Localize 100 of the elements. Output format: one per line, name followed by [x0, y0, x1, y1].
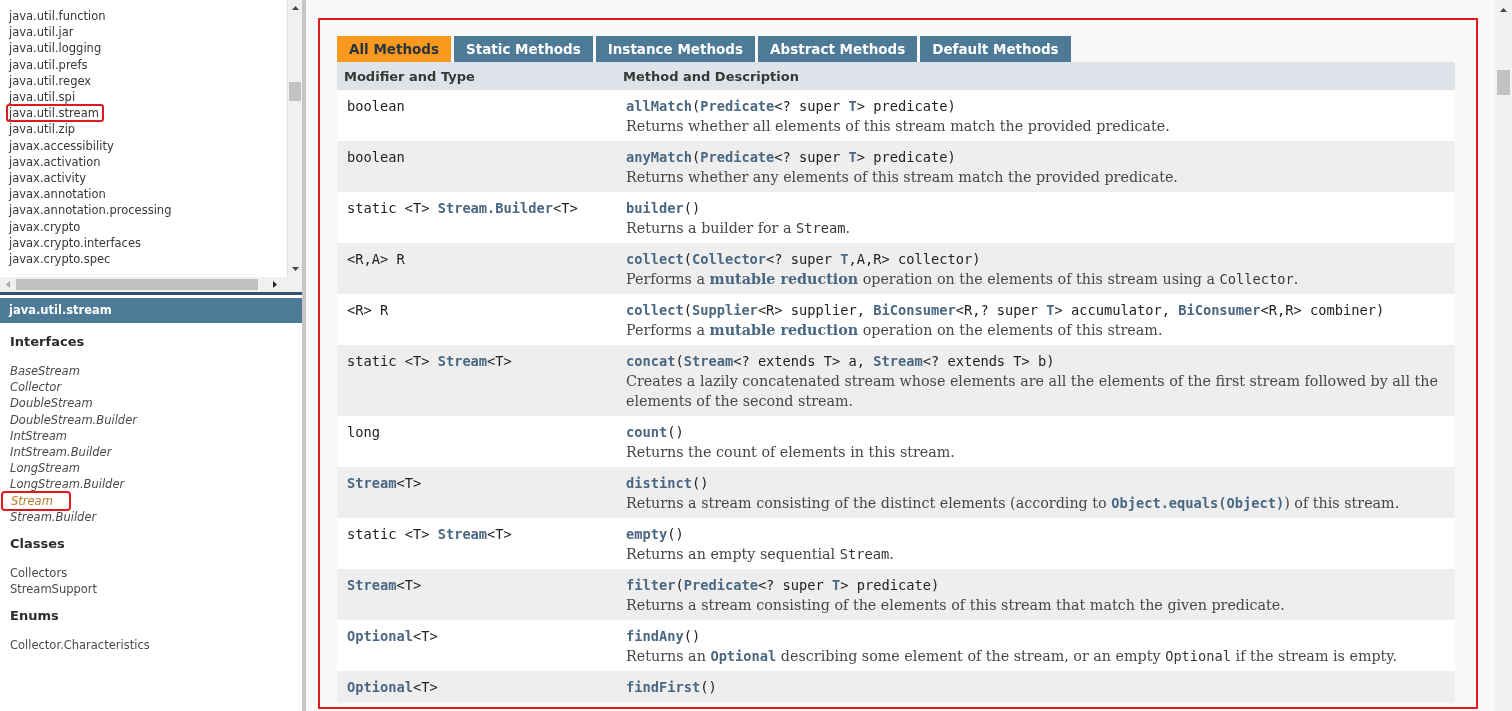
method-link[interactable]: T	[832, 577, 841, 593]
method-link[interactable]: filter	[626, 577, 676, 593]
method-link[interactable]: Predicate	[700, 98, 775, 114]
package-link[interactable]: java.util.jar	[7, 24, 76, 41]
scroll-right-icon[interactable]	[270, 280, 279, 289]
method-link[interactable]: Stream	[683, 353, 734, 369]
method-description: Returns a stream consisting of the distinct elements (according to Object.equals(Object)) of this stream.	[626, 494, 1401, 513]
scroll-up-icon[interactable]	[1499, 6, 1508, 15]
method-link[interactable]: empty	[626, 526, 668, 542]
return-type: static <T> Stream<T>	[347, 353, 512, 369]
method-link[interactable]: T	[1046, 302, 1055, 318]
class-link[interactable]: BaseStream	[10, 363, 80, 380]
method-link[interactable]: collect	[626, 302, 684, 318]
package-link[interactable]: java.util.prefs	[7, 56, 90, 73]
method-link[interactable]: Stream	[873, 353, 923, 369]
method-link[interactable]: Supplier	[691, 302, 758, 318]
return-type: <R,A> R	[347, 251, 405, 267]
method-description: Performs a mutable reduction operation on the elements of this stream using a Collector.	[626, 270, 1300, 289]
method-link[interactable]: builder	[626, 200, 684, 216]
class-link[interactable]: LongStream	[10, 460, 80, 477]
method-signature: count()	[626, 423, 685, 442]
method-tab[interactable]: Instance Methods	[595, 36, 756, 62]
vertical-scrollbar[interactable]	[287, 0, 302, 277]
method-link[interactable]: findFirst	[626, 679, 701, 695]
method-link[interactable]: collect	[626, 251, 684, 267]
scroll-down-icon[interactable]	[291, 264, 300, 273]
package-link[interactable]: javax.activation	[7, 153, 103, 171]
class-link[interactable]: StreamSupport	[10, 581, 98, 598]
method-link[interactable]: T	[840, 251, 849, 267]
method-link[interactable]: BiConsumer	[1178, 302, 1261, 318]
package-link[interactable]: javax.crypto	[7, 218, 83, 235]
package-link[interactable]: javax.annotation	[7, 186, 108, 203]
package-link[interactable]: javax.crypto.interfaces	[7, 234, 143, 252]
package-link[interactable]: java.util.logging	[7, 40, 104, 57]
scroll-up-icon[interactable]	[291, 4, 300, 13]
return-type: boolean	[347, 98, 405, 114]
method-link[interactable]: Predicate	[700, 149, 775, 165]
type-link[interactable]: Optional	[347, 679, 413, 695]
doc-link[interactable]: mutable reduction	[709, 271, 859, 287]
method-tab[interactable]: Static Methods	[454, 36, 593, 62]
method-link[interactable]: allMatch	[626, 98, 692, 114]
method-link[interactable]: concat	[626, 353, 676, 369]
class-link[interactable]: IntStream.Builder	[10, 444, 112, 461]
method-link[interactable]: anyMatch	[626, 149, 692, 165]
type-link[interactable]: Stream	[347, 475, 397, 491]
method-description: Returns an Optional describing some element of the stream, or an empty Optional if the stream is empty.	[626, 647, 1399, 666]
return-type: static <T> Stream.Builder<T>	[347, 200, 578, 216]
scroll-left-icon[interactable]	[4, 280, 13, 289]
class-link[interactable]: DoubleStream.Builder	[10, 411, 137, 428]
method-link[interactable]: Collector	[691, 251, 767, 267]
section-heading: Interfaces	[9, 333, 86, 351]
type-link[interactable]: Stream	[437, 353, 488, 369]
scrollbar-thumb[interactable]	[289, 82, 301, 101]
return-type: Stream<T>	[347, 475, 422, 491]
method-link[interactable]: T	[848, 149, 857, 165]
page-scrollbar[interactable]	[1495, 0, 1512, 711]
class-link[interactable]: Stream.Builder	[10, 508, 97, 526]
return-type: Optional<T>	[347, 628, 438, 644]
package-link[interactable]: javax.accessibility	[7, 137, 116, 154]
class-link[interactable]: Collectors	[10, 565, 68, 582]
package-link[interactable]: java.util.spi	[7, 89, 78, 106]
column-header: Method and Description	[622, 68, 800, 84]
class-link[interactable]: LongStream.Builder	[10, 476, 125, 493]
method-link[interactable]: findAny	[626, 628, 684, 644]
scrollbar-thumb[interactable]	[16, 279, 258, 290]
type-link[interactable]: Stream	[437, 526, 488, 542]
doc-link[interactable]: Optional	[710, 648, 777, 664]
scrollbar-thumb[interactable]	[1497, 70, 1510, 95]
package-link[interactable]: java.util.regex	[7, 72, 94, 89]
class-link[interactable]: Collector	[10, 379, 62, 396]
package-link[interactable]: javax.annotation.processing	[7, 202, 174, 219]
package-link[interactable]: java.util.stream	[7, 105, 103, 122]
method-link[interactable]: distinct	[626, 475, 692, 491]
package-link[interactable]: java.util.zip	[7, 121, 78, 138]
class-link[interactable]: IntStream	[10, 427, 68, 444]
method-description: Performs a mutable reduction operation on the elements of this stream.	[626, 321, 1164, 340]
method-tab[interactable]: All Methods	[337, 36, 452, 62]
class-link[interactable]: Collector.Characteristics	[10, 637, 150, 654]
method-tab[interactable]: Default Methods	[920, 36, 1071, 62]
package-link[interactable]: javax.activity	[7, 170, 88, 187]
method-link[interactable]: count	[626, 424, 668, 440]
type-link[interactable]: Optional	[347, 628, 413, 644]
method-signature: filter(Predicate<? super T> predicate)	[626, 576, 941, 595]
class-link[interactable]: DoubleStream	[10, 395, 93, 412]
package-link[interactable]: java.util.function	[7, 8, 108, 25]
method-link[interactable]: BiConsumer	[873, 302, 956, 318]
method-description: Returns whether all elements of this stream match the provided predicate.	[626, 117, 1171, 136]
type-link[interactable]: Stream	[347, 577, 397, 593]
method-tab[interactable]: Abstract Methods	[758, 36, 918, 62]
package-link[interactable]: javax.crypto.spec	[7, 251, 113, 268]
method-link[interactable]: T	[848, 98, 857, 114]
doc-link[interactable]: Object.equals(Object)	[1111, 495, 1285, 511]
method-signature: builder()	[626, 199, 702, 218]
horizontal-scrollbar[interactable]	[0, 277, 302, 292]
type-link[interactable]: Stream.Builder	[437, 200, 554, 216]
class-link[interactable]: Stream	[3, 492, 69, 509]
method-signature: collect(Supplier<R> supplier, BiConsumer<R,? super T> accumulator, BiConsumer<R,R> combiner)	[626, 301, 1386, 320]
doc-link[interactable]: mutable reduction	[709, 322, 859, 338]
method-description: Creates a lazily concatenated stream whose elements are all the elements of the first stream followed by all the elements of the second stream.	[626, 372, 1439, 411]
method-link[interactable]: Predicate	[683, 577, 758, 593]
